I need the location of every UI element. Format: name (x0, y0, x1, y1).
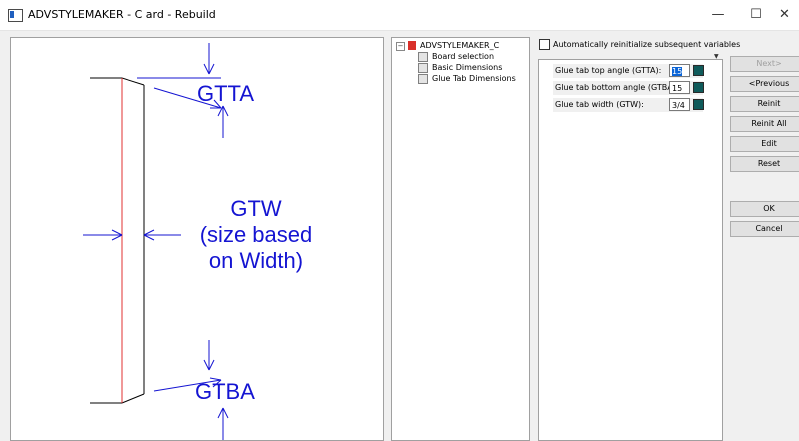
param-row-gtba: Glue tab bottom angle (GTBA): 15 (553, 81, 704, 95)
title-bar: ADVSTYLEMAKER - C ard - Rebuild — ☐ ✕ (0, 0, 799, 31)
panel-outline (90, 77, 145, 404)
tree-item-basic-dimensions[interactable]: Basic Dimensions (418, 62, 502, 73)
page-icon (418, 51, 428, 62)
auto-reinit-label: Automatically reinitialize subsequent va… (553, 40, 741, 49)
gtba-picker-button[interactable] (693, 82, 704, 93)
window-title: ADVSTYLEMAKER - C ard - Rebuild (28, 8, 216, 21)
reinit-all-button[interactable]: Reinit All (730, 116, 799, 132)
gtba-input[interactable]: 15 (669, 81, 690, 94)
document-icon (408, 41, 416, 50)
gtta-picker-button[interactable] (693, 65, 704, 76)
collapse-icon[interactable]: − (396, 42, 405, 51)
app-icon (8, 9, 23, 22)
param-row-gtta: Glue tab top angle (GTTA): 15 (553, 64, 704, 78)
gtba-label: GTBA (195, 379, 255, 404)
gtw-input[interactable]: 3/4 (669, 98, 690, 111)
reinit-button[interactable]: Reinit (730, 96, 799, 112)
gtta-input[interactable]: 15 (669, 64, 690, 77)
page-icon (418, 73, 428, 84)
gtw-label-line: GTW (230, 196, 282, 221)
param-label: Glue tab width (GTW): (555, 100, 644, 109)
gtw-label: GTW (size based on Width) (181, 196, 331, 274)
next-button[interactable]: Next> (730, 56, 799, 72)
edit-button[interactable]: Edit (730, 136, 799, 152)
auto-reinit-checkbox[interactable] (539, 39, 550, 50)
param-label: Glue tab bottom angle (GTBA): (555, 83, 679, 92)
cancel-button[interactable]: Cancel (730, 221, 799, 237)
minimize-button[interactable]: — (698, 0, 738, 30)
ok-button[interactable]: OK (730, 201, 799, 217)
gtw-label-line: (size based (199, 222, 313, 247)
tree-item-board-selection[interactable]: Board selection (418, 51, 494, 62)
tree-item-glue-tab-dimensions[interactable]: Glue Tab Dimensions (418, 73, 516, 84)
tree-root-label[interactable]: ADVSTYLEMAKER_C (420, 40, 499, 51)
page-icon (418, 62, 428, 73)
auto-reinit-option[interactable]: Automatically reinitialize subsequent va… (539, 39, 740, 50)
previous-button[interactable]: <Previous (730, 76, 799, 92)
gtta-label: GTTA (197, 81, 255, 106)
close-button[interactable]: ✕ (770, 0, 799, 30)
reset-button[interactable]: Reset (730, 156, 799, 172)
gtw-picker-button[interactable] (693, 99, 704, 110)
param-label: Glue tab top angle (GTTA): (555, 66, 662, 75)
style-drawing-preview: GTTA GTW (size based on Width) GTBA (10, 37, 384, 441)
parameters-panel: Glue tab top angle (GTTA): 15 Glue tab b… (538, 59, 723, 441)
step-tree: − ADVSTYLEMAKER_C Board selection Basic … (391, 37, 530, 441)
param-row-gtw: Glue tab width (GTW): 3/4 (553, 98, 704, 112)
gtw-label-line: on Width) (208, 248, 304, 273)
